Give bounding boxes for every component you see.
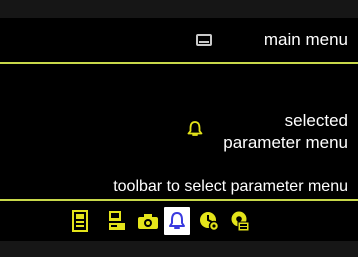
- alarm-bell-icon: [169, 212, 185, 229]
- toolbar-item-device-params[interactable]: [68, 209, 92, 233]
- toolbar-item-alarm-bell[interactable]: [164, 207, 190, 235]
- toolbar-label: toolbar to select parameter menu: [113, 178, 348, 195]
- display-screen: main menu selected parameter menu toolba…: [0, 0, 358, 257]
- header-divider: [0, 62, 358, 64]
- display-gear-icon: [231, 211, 250, 232]
- toolbar-item-clock-gear[interactable]: [197, 209, 221, 233]
- main-menu-label: main menu: [263, 30, 348, 49]
- toolbar-item-display-gear[interactable]: [228, 209, 252, 233]
- selected-label-line2: parameter menu: [223, 133, 348, 152]
- selected-label-line1: selected: [284, 111, 348, 130]
- bottom-bezel: [0, 241, 358, 257]
- device-params-icon: [72, 210, 88, 232]
- camera-icon: [138, 214, 158, 229]
- toolbar-divider: [0, 199, 358, 201]
- toolbar-item-monitor-params[interactable]: [105, 209, 129, 233]
- menu-screen-icon: [196, 34, 212, 46]
- toolbar-item-camera[interactable]: [136, 209, 160, 233]
- selected-parameter-menu-label: selected parameter menu: [188, 110, 348, 154]
- top-bezel: [0, 0, 358, 18]
- monitor-params-icon: [109, 211, 125, 230]
- clock-gear-icon: [200, 212, 220, 232]
- parameter-toolbar: [68, 205, 308, 237]
